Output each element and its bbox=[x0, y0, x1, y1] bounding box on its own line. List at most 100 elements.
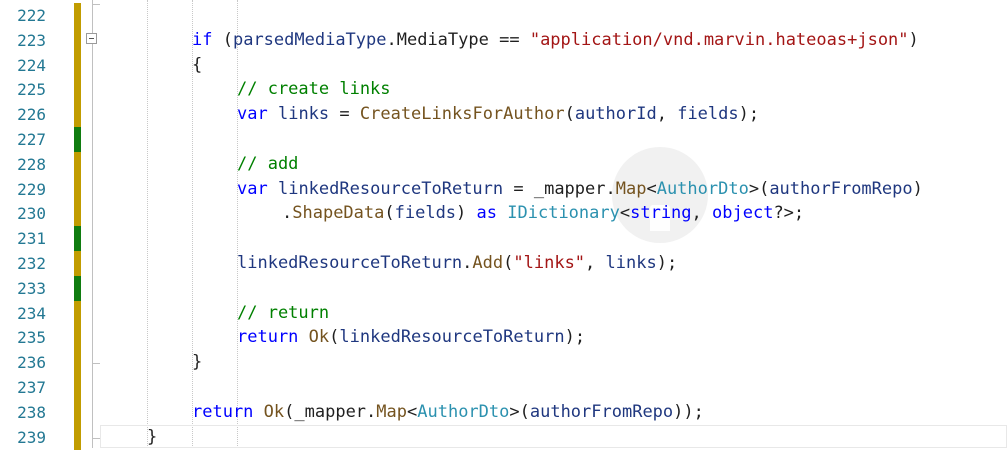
code-token: ); bbox=[564, 327, 586, 348]
code-token: linkedResourceToReturn bbox=[277, 178, 504, 199]
line-number: 225 bbox=[17, 80, 46, 100]
code-line[interactable]: 237 bbox=[0, 375, 1007, 400]
code-token: ( bbox=[384, 203, 395, 224]
code-token: == bbox=[499, 29, 520, 50]
code-line[interactable]: 222 bbox=[0, 3, 1007, 28]
code-token: , bbox=[691, 203, 713, 224]
modified-change-marker bbox=[74, 251, 81, 276]
code-text: .ShapeData(fields) as IDictionary<string… bbox=[282, 201, 804, 226]
code-token: AuthorDto bbox=[417, 401, 510, 422]
outline-end-tick bbox=[92, 4, 100, 5]
code-token: < bbox=[407, 401, 418, 422]
code-token: // return bbox=[237, 302, 330, 323]
code-editor[interactable]: 222 223 if (parsedMediaType.MediaType == "… bbox=[0, 0, 1007, 450]
code-token: authorId bbox=[574, 104, 657, 125]
code-token: fields bbox=[677, 104, 739, 125]
line-number: 234 bbox=[17, 303, 46, 323]
line-number: 222 bbox=[17, 6, 46, 25]
code-token: . bbox=[462, 253, 473, 273]
code-token: (_mapper. bbox=[284, 401, 377, 422]
code-token: Add bbox=[472, 253, 504, 273]
code-token: parsedMediaType bbox=[232, 29, 387, 50]
code-token: = _mapper. bbox=[503, 178, 616, 199]
outline-end-tick bbox=[92, 363, 100, 365]
modified-change-marker bbox=[74, 102, 81, 128]
line-number: 224 bbox=[17, 55, 46, 75]
code-token: } bbox=[147, 426, 158, 447]
modified-change-marker bbox=[74, 176, 81, 202]
code-token: Ok bbox=[308, 327, 330, 348]
line-number: 230 bbox=[17, 204, 46, 224]
modified-change-marker bbox=[74, 151, 81, 177]
code-text: return Ok(linkedResourceToReturn); bbox=[237, 325, 585, 350]
code-token: Map bbox=[615, 178, 647, 199]
code-line[interactable]: 239} bbox=[0, 424, 1007, 450]
line-number: 227 bbox=[17, 130, 46, 149]
code-token: ( bbox=[503, 253, 514, 273]
outline-end-tick bbox=[92, 437, 100, 439]
code-token: ) bbox=[912, 178, 923, 199]
code-line[interactable]: 223 if (parsedMediaType.MediaType == "app… bbox=[0, 27, 1007, 53]
line-number: 237 bbox=[17, 378, 46, 397]
code-text: { bbox=[192, 53, 202, 78]
code-token: ); bbox=[738, 104, 760, 125]
code-line[interactable]: 238 return Ok(_mapper.Map<AuthorDto>(auth… bbox=[0, 399, 1007, 425]
code-line[interactable]: 235 return Ok(linkedResourceToReturn); bbox=[0, 325, 1007, 351]
modified-change-marker bbox=[74, 27, 81, 53]
line-number: 239 bbox=[17, 427, 46, 447]
code-line[interactable]: 226 var links = CreateLinksForAuthor(auth… bbox=[0, 102, 1007, 128]
code-text: linkedResourceToReturn.Add("links", link… bbox=[237, 251, 677, 276]
code-token: links bbox=[277, 104, 330, 125]
code-token: "application/vnd.marvin.hateoas+json" bbox=[529, 29, 909, 50]
code-line[interactable]: 225 // create links bbox=[0, 77, 1007, 103]
added-change-marker bbox=[74, 275, 81, 301]
modified-change-marker bbox=[74, 300, 81, 326]
code-token: IDictionary bbox=[507, 203, 620, 224]
code-token: { bbox=[192, 54, 203, 75]
code-line[interactable]: 228 // add bbox=[0, 151, 1007, 177]
line-number: 228 bbox=[17, 154, 46, 174]
line-number: 232 bbox=[17, 254, 46, 273]
code-token: Ok bbox=[263, 401, 285, 422]
modified-change-marker bbox=[74, 399, 81, 425]
code-line[interactable]: 227 bbox=[0, 127, 1007, 152]
modified-change-marker bbox=[74, 424, 81, 450]
code-token: if bbox=[192, 29, 213, 50]
code-line[interactable]: 230 .ShapeData(fields) as IDictionary<str… bbox=[0, 201, 1007, 227]
code-line[interactable]: 232 linkedResourceToReturn.Add("links", l… bbox=[0, 251, 1007, 276]
code-token: ( bbox=[329, 327, 340, 348]
code-text: } bbox=[192, 350, 202, 375]
code-token: authorFromRepo bbox=[529, 401, 674, 422]
code-token: AuthorDto bbox=[656, 178, 749, 199]
modified-change-marker bbox=[74, 52, 81, 78]
added-change-marker bbox=[74, 226, 81, 252]
code-token: var bbox=[237, 178, 268, 199]
code-line[interactable]: 236} bbox=[0, 350, 1007, 376]
code-token: Map bbox=[376, 401, 407, 422]
code-line[interactable]: 233 bbox=[0, 275, 1007, 301]
code-line[interactable]: 234 // return bbox=[0, 300, 1007, 326]
code-token: ( bbox=[564, 104, 575, 125]
code-token: links bbox=[605, 253, 657, 273]
code-token: "links" bbox=[513, 253, 586, 273]
modified-change-marker bbox=[74, 77, 81, 103]
modified-change-marker bbox=[74, 201, 81, 227]
code-token: authorFromRepo bbox=[769, 178, 913, 199]
code-token: < bbox=[646, 178, 657, 199]
modified-change-marker bbox=[74, 350, 81, 376]
code-token: . bbox=[282, 203, 293, 224]
code-token: return bbox=[192, 401, 254, 422]
code-line[interactable]: 231 bbox=[0, 226, 1007, 252]
code-line[interactable]: 229 var linkedResourceToReturn = _mapper.… bbox=[0, 176, 1007, 202]
code-token: object bbox=[712, 203, 774, 224]
line-number: 229 bbox=[17, 179, 46, 199]
code-token: , bbox=[656, 104, 678, 125]
modified-change-marker bbox=[74, 3, 81, 28]
code-line[interactable]: 224 { bbox=[0, 52, 1007, 78]
modified-change-marker bbox=[74, 375, 81, 400]
code-text: var links = CreateLinksForAuthor(authorI… bbox=[237, 102, 759, 127]
code-token: ) bbox=[908, 29, 919, 50]
